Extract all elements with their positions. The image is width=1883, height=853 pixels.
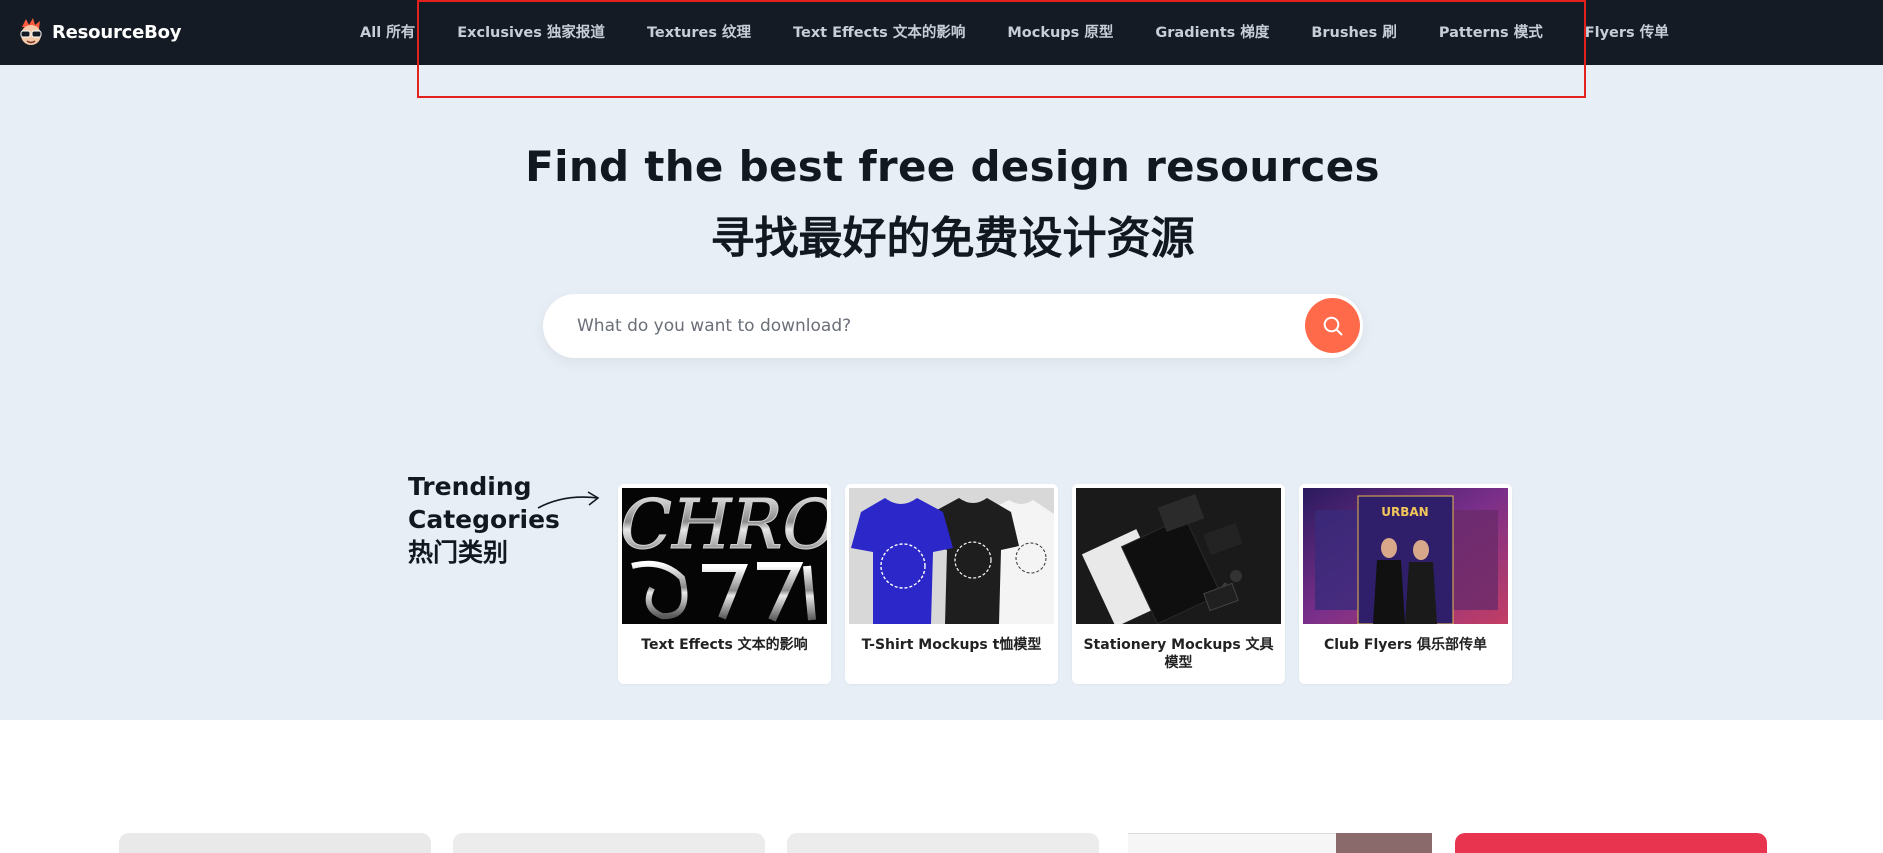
search-input[interactable] (577, 294, 1277, 358)
resource-card-1[interactable] (119, 833, 431, 853)
resource-card-3[interactable] (787, 833, 1099, 853)
search-icon (1323, 316, 1342, 335)
card-thumbnail (1076, 488, 1281, 624)
category-card-text-effects[interactable]: CHRO Text Effects 文本的影响 (618, 484, 831, 684)
logo-mascot-icon (20, 18, 42, 45)
card-thumbnail (849, 488, 1054, 624)
page-subtitle: 寻找最好的免费设计资源 (710, 213, 1195, 264)
card-thumbnail: CHRO (622, 488, 827, 624)
hero-section: Find the best free design resources 寻找最好… (0, 65, 1883, 720)
nav-item-mockups[interactable]: Mockups 原型 (1007, 21, 1113, 42)
card-thumbnail: URBAN (1303, 488, 1508, 624)
card-label: T-Shirt Mockups t恤模型 (861, 637, 1042, 653)
category-card-club-flyers[interactable]: URBAN Club Flyers 俱乐部传单 (1299, 484, 1512, 684)
curved-arrow-icon (537, 491, 600, 509)
nav-item-text-effects[interactable]: Text Effects 文本的影响 (793, 21, 965, 42)
nav-item-all[interactable]: All 所有 (360, 21, 415, 42)
resource-card-2[interactable] (453, 833, 765, 853)
tshirt-mockup-image (849, 488, 1054, 624)
trending-cards: CHRO Text Effects 文本的影响 T-Shirt Mockups … (618, 484, 1512, 684)
resource-card-5[interactable] (1455, 833, 1767, 853)
search-button[interactable] (1305, 298, 1360, 353)
page-title: Find the best free design resources (525, 142, 1380, 191)
card-image-text: URBAN (1381, 505, 1428, 519)
category-card-tshirt-mockups[interactable]: T-Shirt Mockups t恤模型 (845, 484, 1058, 684)
stationery-mockup-image (1076, 488, 1281, 624)
card-image-text: CHRO (622, 488, 827, 565)
club-flyer-image: URBAN (1303, 488, 1508, 624)
card-label: Club Flyers 俱乐部传单 (1323, 637, 1488, 653)
nav-item-patterns[interactable]: Patterns 模式 (1439, 21, 1543, 42)
main-nav: All 所有 Exclusives 独家报道 Textures 纹理 Text … (360, 0, 1711, 62)
search-bar (543, 294, 1363, 358)
nav-item-textures[interactable]: Textures 纹理 (647, 21, 751, 42)
resource-card-4-photo (1336, 833, 1432, 853)
chrome-text-effect-image: CHRO (622, 488, 827, 624)
category-card-stationery-mockups[interactable]: Stationery Mockups 文具模型 (1072, 484, 1285, 684)
card-label: Stationery Mockups 文具模型 (1083, 637, 1274, 671)
nav-item-exclusives[interactable]: Exclusives 独家报道 (457, 21, 605, 42)
nav-item-gradients[interactable]: Gradients 梯度 (1155, 21, 1269, 42)
nav-item-brushes[interactable]: Brushes 刷 (1311, 21, 1397, 42)
resource-grid-preview (0, 833, 1883, 853)
trending-label-line3: 热门类别 (408, 538, 509, 567)
brand-name: ResourceBoy (52, 21, 182, 43)
trending-categories-label: Trending Categories 热门类别 (408, 470, 560, 569)
top-navbar: ResourceBoy All 所有 Exclusives 独家报道 Textu… (0, 0, 1883, 65)
nav-item-flyers[interactable]: Flyers 传单 (1585, 21, 1669, 42)
card-label: Text Effects 文本的影响 (641, 637, 808, 653)
logo[interactable]: ResourceBoy (18, 14, 182, 50)
